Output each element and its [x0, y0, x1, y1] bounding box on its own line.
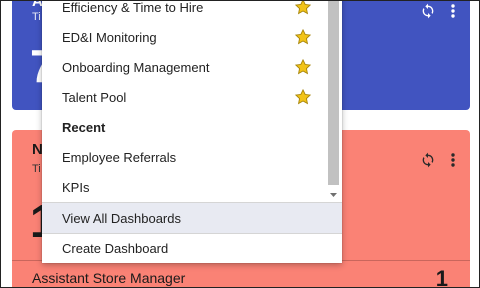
menu-item-favorite[interactable]: Talent Pool	[42, 82, 326, 112]
star-icon[interactable]	[294, 58, 312, 79]
more-vertical-icon[interactable]	[450, 3, 456, 19]
scroll-down-arrow-icon[interactable]	[328, 187, 339, 197]
card-actions	[420, 152, 456, 168]
menu-item-label: Efficiency & Time to Hire	[62, 0, 204, 15]
row-value: 1	[435, 266, 448, 288]
view-all-dashboards-button[interactable]: View All Dashboards	[42, 203, 342, 233]
menu-item-label: Talent Pool	[62, 89, 127, 105]
menu-item-favorite[interactable]: ED&I Monitoring	[42, 22, 326, 52]
screen-frame: A Ti 7 N Ti 1	[0, 0, 480, 288]
menu-item-favorite[interactable]: Efficiency & Time to Hire	[42, 0, 326, 22]
create-dashboard-button[interactable]: Create Dashboard	[42, 233, 342, 263]
card-actions	[420, 3, 456, 19]
refresh-icon[interactable]	[420, 152, 436, 168]
menu-item-label: Onboarding Management	[62, 59, 210, 75]
menu-scrollbar-thumb[interactable]	[328, 1, 339, 185]
card-subtitle: Ti	[32, 163, 41, 175]
menu-item-recent[interactable]: Employee Referrals	[42, 142, 326, 172]
menu-item-label: KPIs	[62, 179, 90, 195]
card-subtitle: Ti	[32, 11, 41, 23]
menu-item-recent[interactable]: KPIs	[42, 172, 326, 202]
menu-item-favorite[interactable]: Onboarding Management	[42, 52, 326, 82]
refresh-icon[interactable]	[420, 3, 436, 19]
menu-item-label: Employee Referrals	[62, 149, 177, 165]
more-vertical-icon[interactable]	[450, 152, 456, 168]
star-icon[interactable]	[294, 1, 312, 19]
row-label: Assistant Store Manager	[32, 270, 186, 286]
star-icon[interactable]	[294, 28, 312, 49]
dashboards-dropdown-menu: Efficiency & Time to Hire ED&I Monitorin…	[42, 0, 342, 263]
star-icon[interactable]	[294, 88, 312, 109]
menu-item-label: ED&I Monitoring	[62, 29, 157, 45]
menu-section-heading-recent: Recent	[62, 119, 106, 135]
